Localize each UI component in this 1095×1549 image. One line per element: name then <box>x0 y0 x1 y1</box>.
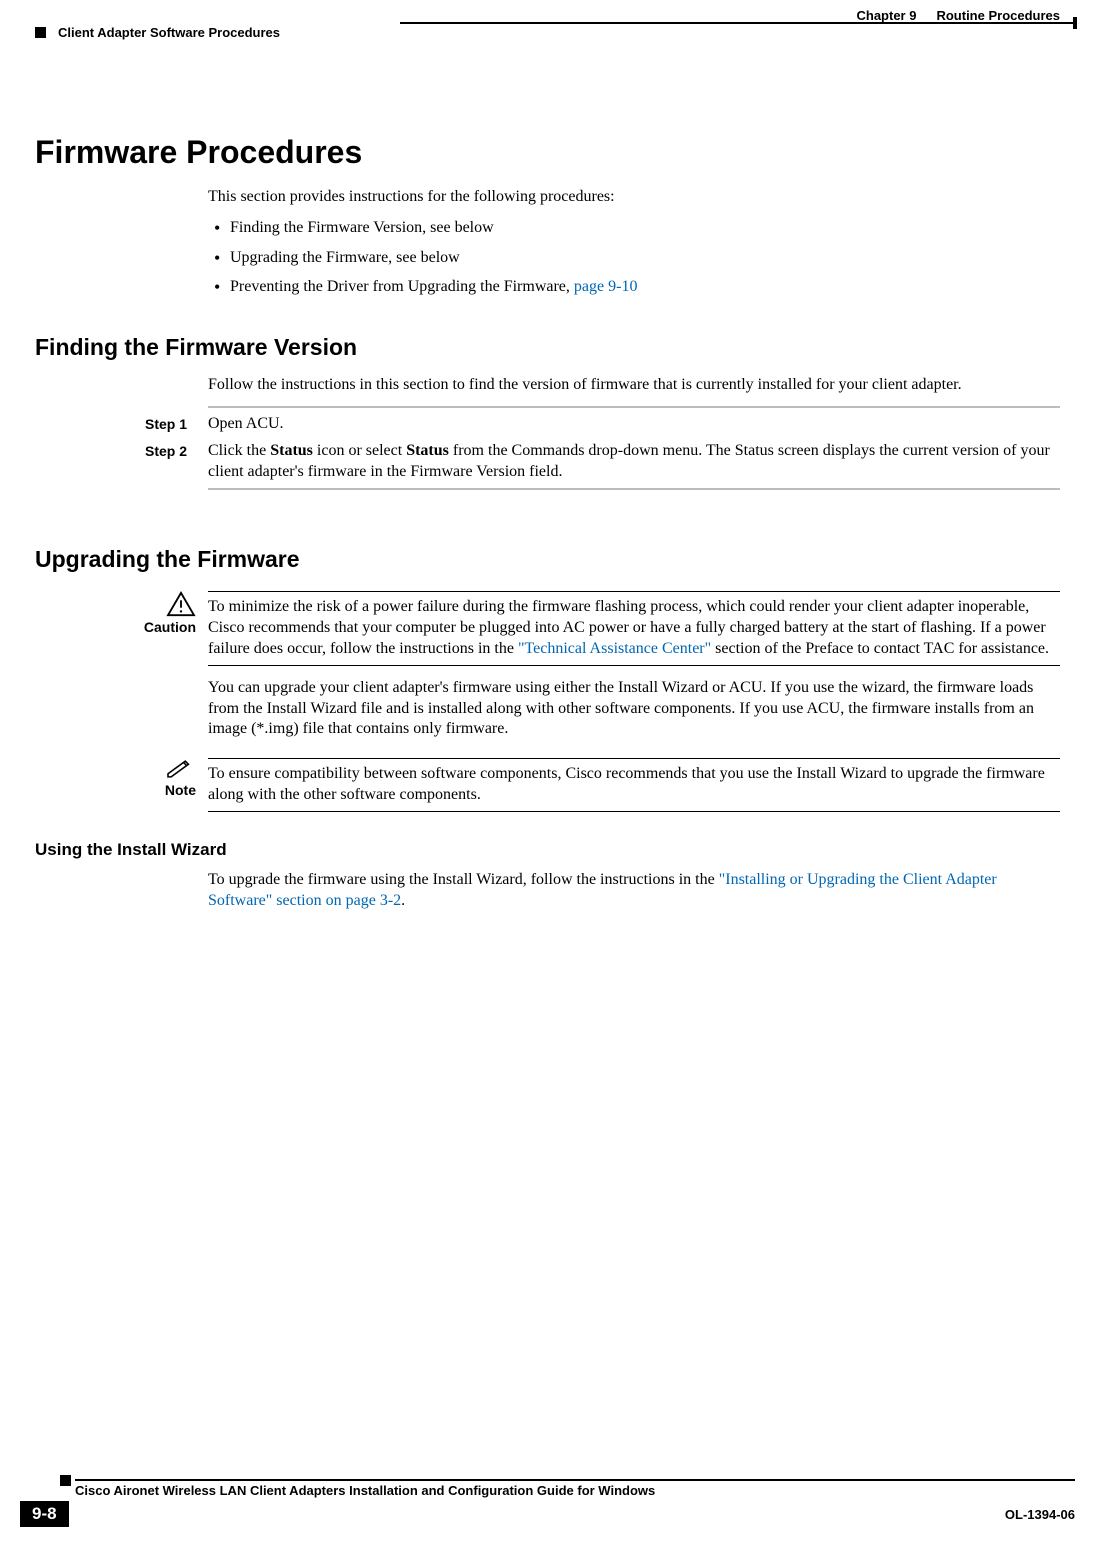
heading-upgrading-firmware: Upgrading the Firmware <box>35 546 1060 573</box>
list-item: Preventing the Driver from Upgrading the… <box>208 277 1060 298</box>
pencil-icon <box>162 758 196 780</box>
list-item: Finding the Firmware Version, see below <box>208 218 1060 239</box>
step-text: Click the Status icon or select Status f… <box>208 441 1060 483</box>
chapter-title: Routine Procedures <box>936 8 1060 23</box>
tac-link[interactable]: "Technical Assistance Center" <box>518 640 711 657</box>
bullet-list: Finding the Firmware Version, see below … <box>208 218 1060 298</box>
note-block: Note To ensure compatibility between sof… <box>35 758 1060 812</box>
page-number: 9-8 <box>20 1501 69 1527</box>
chapter-label: Chapter 9 <box>857 8 917 23</box>
finding-intro: Follow the instructions in this section … <box>208 375 1060 396</box>
doc-id: OL-1394-06 <box>1005 1507 1075 1522</box>
intro-paragraph: This section provides instructions for t… <box>208 187 1060 208</box>
step-row: Step 2 Click the Status icon or select S… <box>145 441 1060 483</box>
step-row: Step 1 Open ACU. <box>145 414 1060 435</box>
steps-container: Step 1 Open ACU. Step 2 Click the Status… <box>145 414 1060 482</box>
note-label: Note <box>165 782 196 798</box>
list-item: Upgrading the Firmware, see below <box>208 248 1060 269</box>
heading-firmware-procedures: Firmware Procedures <box>35 134 1060 171</box>
heading-using-install-wizard: Using the Install Wizard <box>35 840 1060 860</box>
note-text: To ensure compatibility between software… <box>208 765 1045 803</box>
steps-rule-top <box>208 406 1060 408</box>
section-label: Client Adapter Software Procedures <box>58 25 280 40</box>
upgrade-paragraph: You can upgrade your client adapter's fi… <box>208 678 1060 740</box>
step-label: Step 1 <box>145 414 208 435</box>
page-header: Chapter 9 Routine Procedures Client Adap… <box>0 0 1095 44</box>
footer-book-title: Cisco Aironet Wireless LAN Client Adapte… <box>20 1483 1075 1498</box>
heading-finding-firmware: Finding the Firmware Version <box>35 334 1060 361</box>
step-text: Open ACU. <box>208 414 1060 435</box>
page-link[interactable]: page 9-10 <box>574 278 638 295</box>
caution-label: Caution <box>144 619 196 635</box>
page-content: Firmware Procedures This section provide… <box>0 44 1095 911</box>
step-label: Step 2 <box>145 441 208 483</box>
using-wizard-paragraph: To upgrade the firmware using the Instal… <box>208 870 1060 912</box>
caution-text-after: section of the Preface to contact TAC fo… <box>711 640 1049 657</box>
page-footer: Cisco Aironet Wireless LAN Client Adapte… <box>20 1479 1075 1527</box>
caution-block: Caution To minimize the risk of a power … <box>35 591 1060 665</box>
header-square-icon <box>35 27 46 38</box>
steps-rule-bottom <box>208 488 1060 490</box>
warning-icon <box>166 591 196 617</box>
